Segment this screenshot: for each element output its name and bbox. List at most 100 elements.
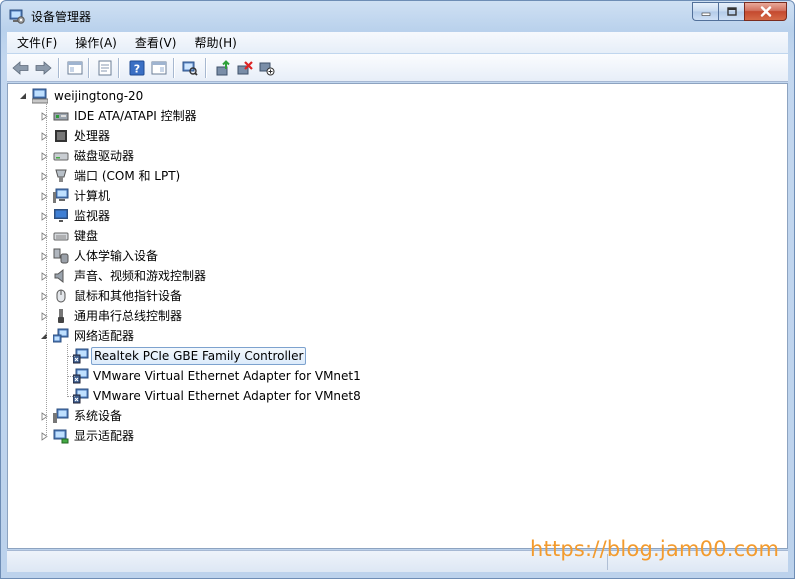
device-manager-icon [9,9,25,24]
expand-arrow-icon[interactable] [40,112,49,121]
category-label: 键盘 [74,229,99,243]
expand-arrow-icon[interactable] [40,232,49,241]
menu-action[interactable]: 操作(A) [65,34,125,51]
properties-icon [98,60,112,76]
uninstall-button[interactable] [236,59,254,77]
expand-arrow-icon[interactable] [40,432,49,441]
expand-arrow-icon[interactable] [40,412,49,421]
device-category[interactable]: 网络适配器 [8,326,408,346]
toolbar-separator [58,58,59,78]
device-category[interactable]: 人体学输入设备 [8,246,408,266]
device-manager-window: 设备管理器 文件(F) 操作(A) 查看(V) 帮助(H) ? weijingt… [0,0,795,579]
device-label: Realtek PCIe GBE Family Controller [91,347,307,365]
network-adapter-device[interactable]: Realtek PCIe GBE Family Controller [8,346,508,366]
device-category[interactable]: 监视器 [8,206,408,226]
properties-button[interactable] [96,59,114,77]
collapse-arrow-icon[interactable] [19,92,28,101]
device-label: VMware Virtual Ethernet Adapter for VMne… [93,369,361,383]
expand-arrow-icon[interactable] [40,312,49,321]
disable-device-icon [259,62,275,76]
scan-hardware-icon [182,61,198,76]
menu-bar: 文件(F) 操作(A) 查看(V) 帮助(H) [7,32,788,53]
update-driver-icon [216,60,230,76]
expand-arrow-icon[interactable] [40,192,49,201]
category-label: 处理器 [74,129,111,143]
device-category[interactable]: 键盘 [8,226,408,246]
tree-line [67,376,75,377]
show-hide-tree-button[interactable] [66,59,84,77]
network-card-icon [73,368,89,384]
computer-icon [53,188,69,203]
console-tree-icon [67,61,83,75]
window-title: 设备管理器 [31,10,92,24]
menu-view[interactable]: 查看(V) [125,34,185,51]
disable-device-button[interactable] [258,59,276,77]
update-driver-button[interactable] [214,59,232,77]
close-button[interactable] [744,2,787,21]
expand-arrow-icon[interactable] [40,132,49,141]
back-button[interactable] [12,59,30,77]
system-device-icon [53,408,69,423]
device-category[interactable]: 磁盘驱动器 [8,146,408,166]
view-button[interactable] [150,59,168,77]
category-label: 系统设备 [74,409,123,423]
svg-text:?: ? [134,63,140,76]
menu-help[interactable]: 帮助(H) [184,34,244,51]
expand-arrow-icon[interactable] [40,212,49,221]
device-category[interactable]: 显示适配器 [8,426,408,446]
forward-button[interactable] [34,59,52,77]
device-tree[interactable]: weijingtong-20 IDE ATA/ATAPI 控制器 处理器磁盘驱动器… [7,83,788,549]
device-category[interactable]: 端口 (COM 和 LPT) [8,166,408,186]
category-label: 计算机 [74,189,111,203]
category-label: 显示适配器 [74,429,135,443]
help-button[interactable]: ? [128,59,146,77]
category-label: IDE ATA/ATAPI 控制器 [74,109,197,123]
title-bar[interactable]: 设备管理器 [1,1,794,31]
tree-line [67,344,68,397]
tree-root[interactable]: weijingtong-20 [8,86,308,106]
computer-icon [32,88,48,104]
tree-line [46,104,47,437]
category-label: 磁盘驱动器 [74,149,135,163]
category-label: 声音、视频和游戏控制器 [74,269,207,283]
toolbar: ? [7,54,788,82]
expand-arrow-icon[interactable] [40,292,49,301]
toolbar-separator [88,58,89,78]
minimize-button[interactable] [692,2,718,21]
device-category[interactable]: 处理器 [8,126,408,146]
maximize-button[interactable] [718,2,744,21]
expand-arrow-icon[interactable] [40,272,49,281]
device-category[interactable]: 系统设备 [8,406,408,426]
device-category[interactable]: IDE ATA/ATAPI 控制器 [8,106,408,126]
device-category[interactable]: 声音、视频和游戏控制器 [8,266,408,286]
uninstall-icon [237,61,253,75]
collapse-arrow-icon[interactable] [40,332,49,341]
category-label: 监视器 [74,209,111,223]
device-label: VMware Virtual Ethernet Adapter for VMne… [93,389,361,403]
category-label: 网络适配器 [74,329,135,343]
minimize-icon [701,12,710,16]
category-label: 人体学输入设备 [74,249,159,263]
expand-arrow-icon[interactable] [40,152,49,161]
toolbar-separator [173,58,174,78]
processor-icon [55,130,67,142]
category-label: 端口 (COM 和 LPT) [74,169,181,183]
toolbar-separator [118,58,119,78]
expand-arrow-icon[interactable] [40,252,49,261]
device-category[interactable]: 鼠标和其他指针设备 [8,286,408,306]
expand-arrow-icon[interactable] [40,172,49,181]
device-category[interactable]: 通用串行总线控制器 [8,306,408,326]
sound-icon [54,268,64,284]
scan-hardware-button[interactable] [181,59,199,77]
maximize-icon [726,6,737,16]
help-icon: ? [129,60,145,76]
menu-file[interactable]: 文件(F) [7,34,65,51]
disk-drive-icon [53,152,69,161]
ide-controller-icon [53,112,69,121]
port-icon [55,169,67,182]
device-category[interactable]: 计算机 [8,186,408,206]
network-adapter-device[interactable]: VMware Virtual Ethernet Adapter for VMne… [8,386,508,406]
network-adapter-device[interactable]: VMware Virtual Ethernet Adapter for VMne… [8,366,508,386]
network-card-icon [73,348,89,364]
category-label: 通用串行总线控制器 [74,309,183,323]
